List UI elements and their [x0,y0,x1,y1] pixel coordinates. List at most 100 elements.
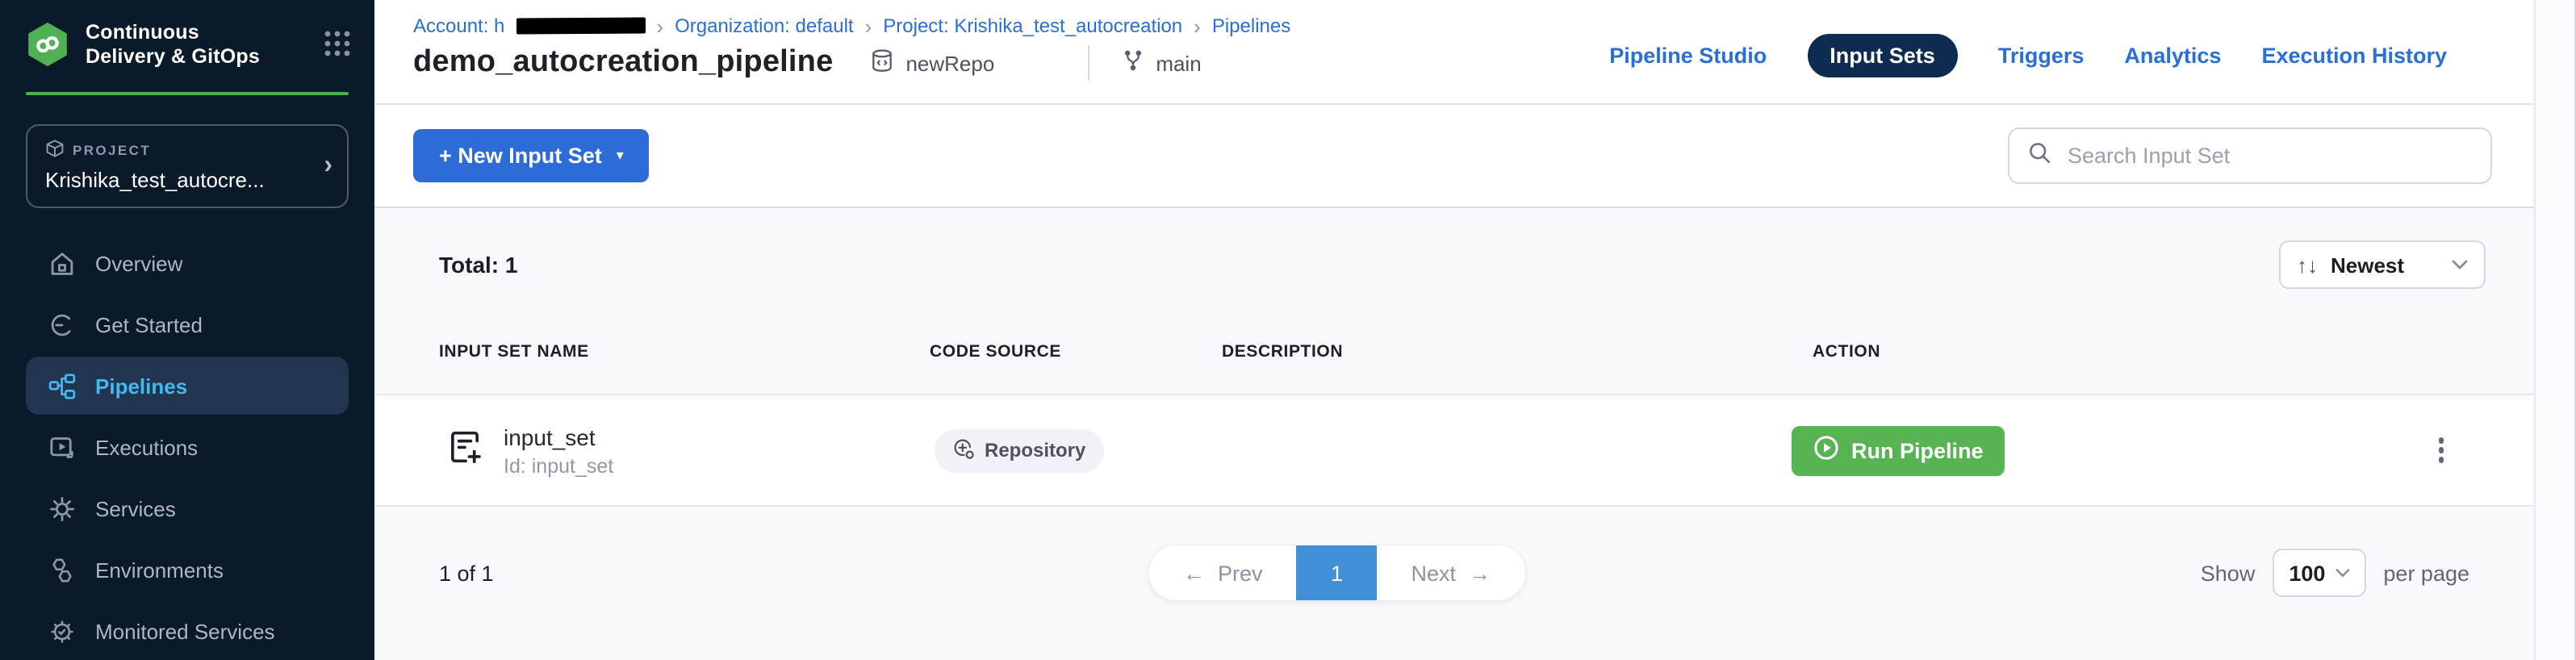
project-name: Krishika_test_autocre... [45,168,305,192]
tab-triggers[interactable]: Triggers [1998,44,2085,68]
module-accent-underline [26,92,349,95]
sidebar: Continuous Delivery & GitOps PROJECT Kri… [0,0,374,660]
get-started-icon [48,311,76,338]
run-pipeline-label: Run Pipeline [1851,438,1984,462]
product-header: Continuous Delivery & GitOps [0,0,374,74]
input-set-icon [444,425,486,475]
tab-input-sets[interactable]: Input Sets [1807,34,1958,77]
chevron-down-icon [2452,260,2468,269]
sidebar-item-overview[interactable]: Overview [26,234,349,292]
vertical-divider [1088,45,1089,81]
harness-logo-icon [27,23,68,74]
chevron-right-icon: › [865,15,872,36]
sidebar-item-label: Overview [95,251,182,275]
code-source-label: Repository [985,439,1085,462]
sidebar-item-label: Environments [95,558,224,582]
breadcrumb-pipelines[interactable]: Pipelines [1212,15,1290,37]
sidebar-item-environments[interactable]: Environments [26,541,349,599]
project-label: PROJECT [73,142,151,158]
executions-icon [48,433,76,461]
repo-name: newRepo [905,51,994,75]
breadcrumb-account[interactable]: Account: h [413,15,504,37]
page-size-control: Show 100 per page [2201,549,2469,597]
sidebar-item-pipelines[interactable]: Pipelines [26,357,349,415]
page-size-value: 100 [2289,561,2325,585]
repository-badge-icon [952,437,975,464]
chevron-right-icon: › [324,153,332,179]
sidebar-nav: Overview Get Started Pipelines Execution… [0,234,374,660]
page-title: demo_autocreation_pipeline [413,45,833,81]
show-label: Show [2201,561,2256,585]
tab-analytics[interactable]: Analytics [2124,44,2221,68]
home-icon [48,249,76,277]
new-input-set-label: + New Input Set [439,144,602,168]
search-icon [2027,140,2051,172]
sidebar-item-label: Monitored Services [95,619,275,643]
sidebar-item-get-started[interactable]: Get Started [26,295,349,353]
sidebar-item-label: Executions [95,435,198,459]
prev-page-button[interactable]: ← Prev [1149,545,1297,600]
sidebar-item-label: Pipelines [95,374,187,398]
next-page-button[interactable]: Next → [1378,545,1525,600]
tab-pipeline-studio[interactable]: Pipeline Studio [1609,44,1767,68]
page-size-select[interactable]: 100 [2273,549,2365,597]
branch-chip: main [1122,48,1201,77]
chevron-right-icon: › [656,15,663,36]
project-selector-label-row: PROJECT [45,139,305,161]
tab-execution-history[interactable]: Execution History [2261,44,2447,68]
run-pipeline-button[interactable]: Run Pipeline [1792,425,2005,475]
action-cell: Run Pipeline [1792,425,2486,475]
git-branch-icon [1122,48,1144,77]
code-source-badge: Repository [935,428,1103,472]
input-set-name[interactable]: input_set [504,424,613,449]
arrow-left-icon: ← [1183,561,1205,585]
sidebar-item-services[interactable]: Services [26,479,349,537]
breadcrumb-organization[interactable]: Organization: default [675,15,854,37]
current-page-button[interactable]: 1 [1297,545,1378,600]
monitored-services-icon [48,617,76,645]
chevron-down-icon [2335,568,2349,578]
search-box [2008,127,2492,184]
search-input[interactable] [2064,142,2473,169]
next-label: Next [1411,561,1457,585]
repository-icon [870,48,894,78]
input-sets-content: Total: 1 ↑↓ Newest INPUT SET NAME CODE S… [374,208,2534,660]
pagination: 1 of 1 ← Prev 1 Next → Show 100 [439,545,2486,600]
list-header: Total: 1 ↑↓ Newest [439,240,2486,289]
module-grid-icon[interactable] [323,29,352,66]
branch-name: main [1156,51,1201,75]
product-title-line1: Continuous [86,21,305,45]
table-header-row: INPUT SET NAME CODE SOURCE DESCRIPTION A… [439,342,2486,361]
column-header-action: ACTION [1792,342,2486,361]
sort-arrows-icon: ↑↓ [2297,253,2318,277]
column-header-code-source: CODE SOURCE [930,342,1222,361]
new-input-set-button[interactable]: + New Input Set ▾ [413,129,650,182]
environments-icon [48,556,76,583]
sidebar-item-label: Get Started [95,312,203,336]
services-icon [48,495,76,522]
row-menu-kebab-icon[interactable] [2432,432,2450,470]
main-area: Account: h › Organization: default › Pro… [374,0,2534,660]
table-row[interactable]: input_set Id: input_set Repository Run P… [374,394,2534,507]
input-set-name-block: input_set Id: input_set [504,424,613,477]
sidebar-item-executions[interactable]: Executions [26,418,349,476]
scrollbar-track[interactable] [2534,0,2576,660]
caret-down-icon: ▾ [617,148,624,163]
toolbar: + New Input Set ▾ [374,105,2534,208]
pipelines-icon [48,372,76,399]
breadcrumb-project[interactable]: Project: Krishika_test_autocreation [883,15,1182,37]
app-window: Continuous Delivery & GitOps PROJECT Kri… [0,0,2576,660]
per-page-label: per page [2383,561,2469,585]
column-header-description: DESCRIPTION [1222,342,1792,361]
column-header-input-set-name: INPUT SET NAME [439,342,930,361]
input-set-id: Id: input_set [504,454,613,477]
sidebar-item-monitored-services[interactable]: Monitored Services [26,602,349,660]
pipeline-tabs: Pipeline Studio Input Sets Triggers Anal… [1609,34,2447,77]
product-title: Continuous Delivery & GitOps [86,21,305,69]
product-title-line2: Delivery & GitOps [86,45,305,69]
total-count: Total: 1 [439,252,518,278]
sort-dropdown[interactable]: ↑↓ Newest [2279,240,2486,289]
page-range-label: 1 of 1 [439,561,494,585]
sidebar-item-label: Services [95,496,176,520]
project-selector[interactable]: PROJECT Krishika_test_autocre... › [26,124,349,208]
